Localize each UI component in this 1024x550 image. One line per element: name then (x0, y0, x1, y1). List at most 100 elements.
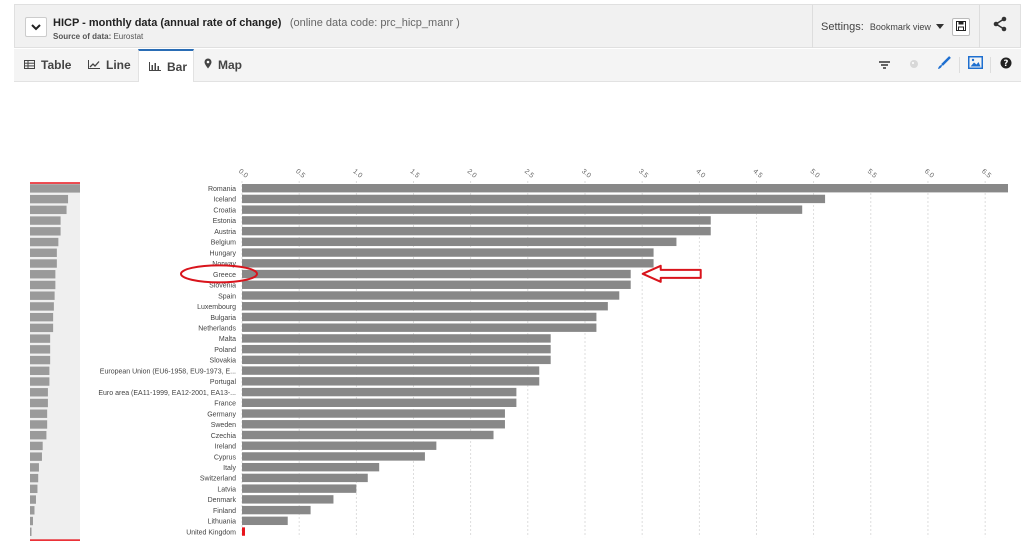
overview-bar[interactable] (30, 248, 57, 257)
bar[interactable] (242, 226, 711, 236)
bar[interactable] (242, 216, 711, 225)
share-button[interactable] (979, 5, 1020, 48)
overview-bar[interactable] (30, 441, 43, 451)
bar[interactable] (242, 462, 380, 472)
svg-text:?: ? (1004, 59, 1009, 69)
bar[interactable] (242, 302, 608, 311)
bar[interactable] (242, 430, 494, 440)
overview-bar[interactable] (30, 366, 50, 376)
collapse-button[interactable] (25, 17, 47, 37)
save-button[interactable] (951, 17, 970, 36)
bar[interactable] (242, 495, 334, 504)
overview-bar[interactable] (30, 452, 42, 461)
bar[interactable] (242, 473, 368, 483)
style-button[interactable] (929, 49, 959, 81)
bar[interactable] (242, 344, 551, 354)
overview-bar[interactable] (30, 388, 48, 397)
overview-bar[interactable] (30, 270, 56, 279)
overview-bar[interactable] (30, 205, 67, 215)
title-block: HICP - monthly data (annual rate of chan… (53, 13, 460, 41)
overview-bar[interactable] (30, 516, 33, 526)
bar[interactable] (242, 323, 597, 332)
bar[interactable] (242, 355, 551, 365)
x-tick-label: 0.5 (294, 168, 306, 180)
overview-bar[interactable] (30, 194, 69, 204)
overview-bar[interactable] (30, 398, 48, 408)
tab-table[interactable]: Table (14, 49, 76, 81)
bar[interactable] (242, 291, 620, 300)
overview-bar[interactable] (30, 355, 51, 365)
bar[interactable] (242, 269, 631, 279)
bar[interactable] (242, 184, 1008, 193)
chevron-down-icon (31, 18, 41, 36)
overview-bar[interactable] (30, 237, 59, 247)
bar[interactable] (242, 387, 517, 397)
help-icon: ? (1000, 56, 1012, 74)
overview-bar[interactable] (30, 463, 39, 472)
overview-bar[interactable] (30, 527, 32, 536)
bar[interactable] (242, 409, 505, 418)
x-tick-label: 2.0 (466, 168, 478, 180)
tab-map[interactable]: Map (194, 49, 250, 81)
bar[interactable] (242, 334, 551, 343)
overview-bar[interactable] (30, 302, 54, 311)
overview-bar[interactable] (30, 345, 51, 354)
overview-bar[interactable] (30, 216, 61, 225)
category-label: Belgium (211, 240, 236, 247)
overview-bar[interactable] (30, 227, 61, 236)
category-label: Denmark (208, 497, 237, 504)
overview-bar[interactable] (30, 377, 50, 386)
palette-button[interactable] (899, 49, 929, 81)
bar[interactable] (242, 366, 540, 375)
image-icon (967, 56, 983, 74)
overview-bar[interactable] (30, 259, 57, 268)
settings-label: Settings: (821, 20, 864, 33)
bar[interactable] (242, 377, 540, 386)
x-tick-label: 2.5 (523, 168, 535, 180)
bar-chart-icon (149, 60, 167, 74)
help-button[interactable]: ? (991, 49, 1021, 81)
overview-bar[interactable] (30, 280, 56, 290)
bar[interactable] (242, 194, 826, 204)
bar[interactable] (242, 312, 597, 322)
bar[interactable] (242, 205, 803, 214)
x-tick-label: 3.0 (580, 168, 592, 180)
dataset-header: HICP - monthly data (annual rate of chan… (14, 4, 1021, 48)
chart-tools: ? (869, 49, 1021, 81)
overview-bar[interactable] (30, 495, 36, 504)
category-label: Hungary (210, 250, 237, 257)
bar[interactable] (242, 484, 357, 493)
bar[interactable] (242, 441, 437, 450)
overview-bar[interactable] (30, 420, 48, 429)
palette-icon (909, 56, 919, 74)
bar[interactable] (242, 452, 425, 461)
bookmark-view-select[interactable]: Bookmark view (870, 22, 944, 32)
bar[interactable] (242, 237, 677, 247)
overview-bar[interactable] (30, 323, 54, 333)
bar[interactable] (242, 527, 245, 536)
bar[interactable] (242, 259, 654, 268)
bar[interactable] (242, 398, 517, 407)
x-tick-label: 4.0 (694, 168, 706, 180)
category-label: Latvia (217, 486, 236, 493)
bar[interactable] (242, 248, 654, 257)
category-label: European Union (EU6-1958, EU9-1973, E... (100, 368, 236, 375)
overview-bar[interactable] (30, 473, 39, 483)
tab-bar[interactable]: Bar (138, 49, 194, 82)
export-image-button[interactable] (960, 49, 990, 81)
overview-bar[interactable] (30, 430, 47, 440)
overview-bar[interactable] (30, 484, 38, 494)
bar[interactable] (242, 420, 505, 429)
overview-bar[interactable] (30, 409, 48, 418)
overview-bar[interactable] (30, 312, 54, 322)
tab-line[interactable]: Line (78, 49, 138, 81)
overview-bar[interactable] (30, 291, 55, 300)
bar[interactable] (242, 516, 288, 526)
bar[interactable] (242, 280, 631, 289)
overview-bar[interactable] (30, 506, 35, 515)
overview-bar[interactable] (30, 334, 51, 343)
overview-bar[interactable] (30, 184, 80, 193)
bar-chart: 0.0 0.5 1.0 1.5 2.0 2.5 3.0 3.5 4.0 4.5 5.0 5.5 6.0 6… (30, 168, 1008, 541)
bar[interactable] (242, 505, 311, 515)
filter-button[interactable] (869, 49, 899, 81)
